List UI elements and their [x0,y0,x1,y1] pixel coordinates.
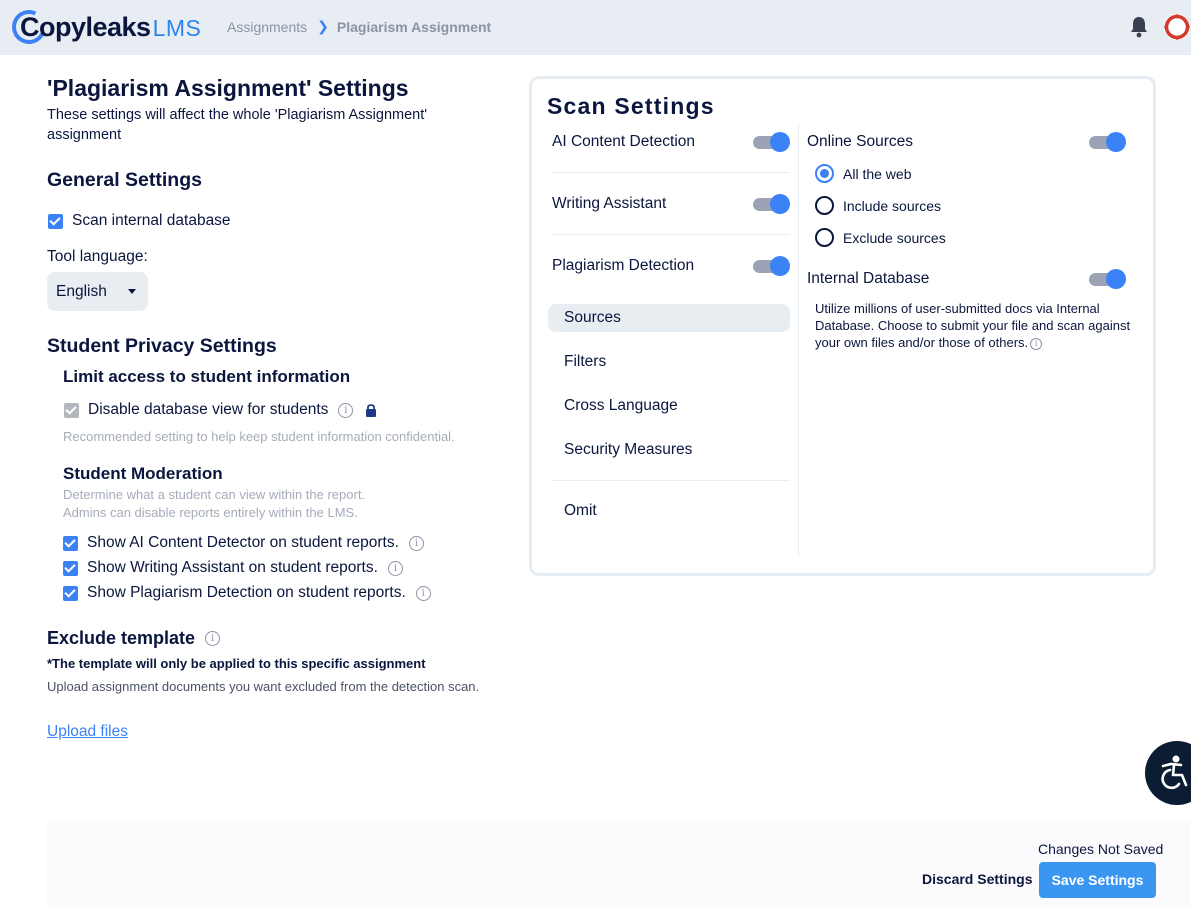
info-icon[interactable]: i [205,631,221,646]
scan-settings-title: Scan Settings [547,93,715,119]
writing-assistant-toggle[interactable] [753,194,791,214]
radio-all-web-label: All the web [843,165,912,182]
show-plagiarism-checkbox[interactable] [63,585,78,601]
unsaved-status: Changes Not Saved [1038,841,1164,857]
exclude-template-note: *The template will only be applied to th… [47,656,426,671]
footer-bar [47,822,1191,906]
recommended-note: Recommended setting to help keep student… [63,429,455,444]
show-ai-checkbox[interactable] [63,535,78,551]
divider [552,480,790,481]
internal-database-label: Internal Database [807,270,930,287]
show-writing-row[interactable]: Show Writing Assistant on student report… [63,559,403,577]
tool-language-label: Tool language: [47,248,148,265]
caret-down-icon [128,289,136,294]
moderation-desc-2: Admins can disable reports entirely with… [63,505,358,520]
show-ai-label: Show AI Content Detector on student repo… [87,534,399,551]
scan-internal-db-row[interactable]: Scan internal database [48,212,231,230]
scan-internal-db-checkbox[interactable] [48,213,63,229]
internal-db-desc: Utilize millions of user-submitted docs … [815,300,1135,351]
page-subtitle: These settings will affect the whole 'Pl… [47,107,428,143]
logo-text: Copyleaks [20,11,151,42]
limit-access-title: Limit access to student information [63,367,351,386]
breadcrumb-current: Plagiarism Assignment [336,18,492,35]
radio-include-label: Include sources [843,197,942,214]
canvas-logo-icon[interactable] [1163,13,1191,41]
save-settings-button[interactable]: Save Settings [1039,862,1156,898]
privacy-settings-title: Student Privacy Settings [47,335,277,357]
radio-circle[interactable] [815,196,834,215]
accessibility-icon [1161,755,1188,790]
radio-circle-selected[interactable] [815,164,834,183]
tool-language-value: English [56,282,107,300]
upload-files-link[interactable]: Upload files [47,723,128,741]
general-settings-title: General Settings [47,169,202,191]
divider [552,172,790,173]
info-icon[interactable]: i [408,535,424,551]
page-title: 'Plagiarism Assignment' Settings [47,75,409,101]
nav-sources[interactable]: Sources [564,309,621,327]
radio-exclude-sources[interactable]: Exclude sources [815,228,946,247]
disable-db-view-row: Disable database view for students i [64,401,377,419]
exclude-template-desc: Upload assignment documents you want exc… [47,679,480,694]
lock-icon [366,404,377,417]
disable-db-view-checkbox [64,402,79,418]
discard-settings-button[interactable]: Discard Settings [922,871,1032,887]
info-icon[interactable]: i [387,560,403,576]
exclude-template-header: Exclude template i [47,628,221,649]
plagiarism-detection-label: Plagiarism Detection [552,257,695,274]
radio-exclude-label: Exclude sources [843,229,946,246]
internal-database-toggle[interactable] [1089,269,1127,289]
scan-internal-db-label: Scan internal database [72,212,231,229]
radio-include-sources[interactable]: Include sources [815,196,941,215]
nav-filters[interactable]: Filters [564,353,606,371]
radio-all-web[interactable]: All the web [815,164,911,183]
show-writing-label: Show Writing Assistant on student report… [87,559,378,576]
nav-security-measures[interactable]: Security Measures [564,441,692,459]
show-plagiarism-label: Show Plagiarism Detection on student rep… [87,584,406,601]
disable-db-view-label: Disable database view for students [88,401,329,418]
divider [552,234,790,235]
breadcrumb: Assignments ❯ Plagiarism Assignment [227,18,491,35]
ai-detection-label: AI Content Detection [552,133,696,150]
logo-suffix: LMS [152,14,202,41]
moderation-desc-1: Determine what a student can view within… [63,487,366,502]
show-writing-checkbox[interactable] [63,560,78,576]
student-moderation-title: Student Moderation [63,464,223,483]
radio-circle[interactable] [815,228,834,247]
show-plagiarism-row[interactable]: Show Plagiarism Detection on student rep… [63,584,431,602]
plagiarism-detection-toggle[interactable] [753,256,791,276]
show-ai-row[interactable]: Show AI Content Detector on student repo… [63,534,424,552]
bell-icon[interactable] [1129,16,1149,38]
exclude-template-title: Exclude template [47,628,196,648]
info-icon[interactable]: i [415,585,431,601]
ai-detection-toggle[interactable] [753,132,791,152]
top-bar: CopyleaksLMS Assignments ❯ Plagiarism As… [0,0,1191,55]
nav-omit[interactable]: Omit [564,502,597,520]
info-icon[interactable]: i [338,402,354,418]
chevron-right-icon: ❯ [317,18,329,34]
vertical-divider [798,124,799,556]
online-sources-label: Online Sources [807,133,913,150]
online-sources-toggle[interactable] [1089,132,1127,152]
copyleaks-logo[interactable]: CopyleaksLMS [7,5,201,49]
nav-cross-language[interactable]: Cross Language [564,397,678,415]
breadcrumb-assignments[interactable]: Assignments [227,19,307,35]
info-icon[interactable]: i [1030,337,1043,350]
accessibility-button[interactable] [1145,741,1191,805]
writing-assistant-label: Writing Assistant [552,195,667,212]
tool-language-select[interactable]: English [47,272,148,311]
internal-db-desc-text: Utilize millions of user-submitted docs … [815,301,1131,350]
